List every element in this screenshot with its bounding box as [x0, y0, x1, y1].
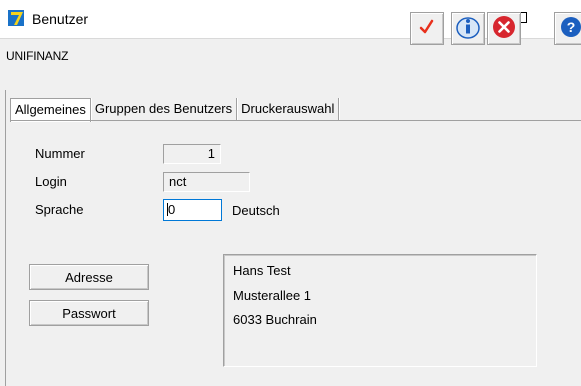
- tab-druckerauswahl[interactable]: Druckerauswahl: [237, 98, 340, 120]
- cancel-button[interactable]: [487, 12, 521, 45]
- login-field: nct: [163, 172, 250, 192]
- info-icon: [456, 15, 480, 42]
- adresse-button-label: Adresse: [65, 269, 113, 285]
- window-title: Benutzer: [32, 11, 89, 27]
- checkmark-icon: [418, 18, 436, 39]
- address-name: Hans Test: [233, 263, 291, 278]
- tab-bar: Allgemeines Gruppen des Benutzers Drucke…: [10, 98, 340, 122]
- company-label: UNIFINANZ: [6, 49, 69, 63]
- tab-divider: [10, 120, 581, 121]
- nummer-label: Nummer: [35, 146, 85, 161]
- tab-gruppen-des-benutzers[interactable]: Gruppen des Benutzers: [91, 98, 238, 120]
- passwort-button-label: Passwort: [62, 305, 116, 321]
- info-button[interactable]: [451, 12, 485, 45]
- login-label: Login: [35, 174, 67, 189]
- sprache-text: Deutsch: [232, 203, 280, 218]
- svg-text:?: ?: [567, 19, 576, 35]
- panel-left-border: [5, 90, 6, 386]
- address-city: 6033 Buchrain: [233, 312, 317, 327]
- address-street: Musterallee 1: [233, 288, 312, 303]
- help-icon: ?: [560, 16, 581, 41]
- tab-allgemeines[interactable]: Allgemeines: [10, 98, 91, 122]
- ok-button[interactable]: [410, 12, 444, 45]
- app-icon: [8, 10, 24, 26]
- address-box: Hans Test Musterallee 1 6033 Buchrain: [223, 254, 537, 367]
- nummer-field: 1: [163, 144, 221, 164]
- passwort-button[interactable]: Passwort: [29, 300, 149, 326]
- help-button[interactable]: ?: [554, 12, 581, 45]
- sprache-label: Sprache: [35, 202, 84, 217]
- sprache-input[interactable]: 0: [163, 199, 222, 221]
- sprache-value: 0: [168, 202, 176, 217]
- adresse-button[interactable]: Adresse: [29, 264, 149, 290]
- toolbar: UNIFINANZ: [0, 38, 581, 89]
- cancel-icon: [492, 15, 516, 42]
